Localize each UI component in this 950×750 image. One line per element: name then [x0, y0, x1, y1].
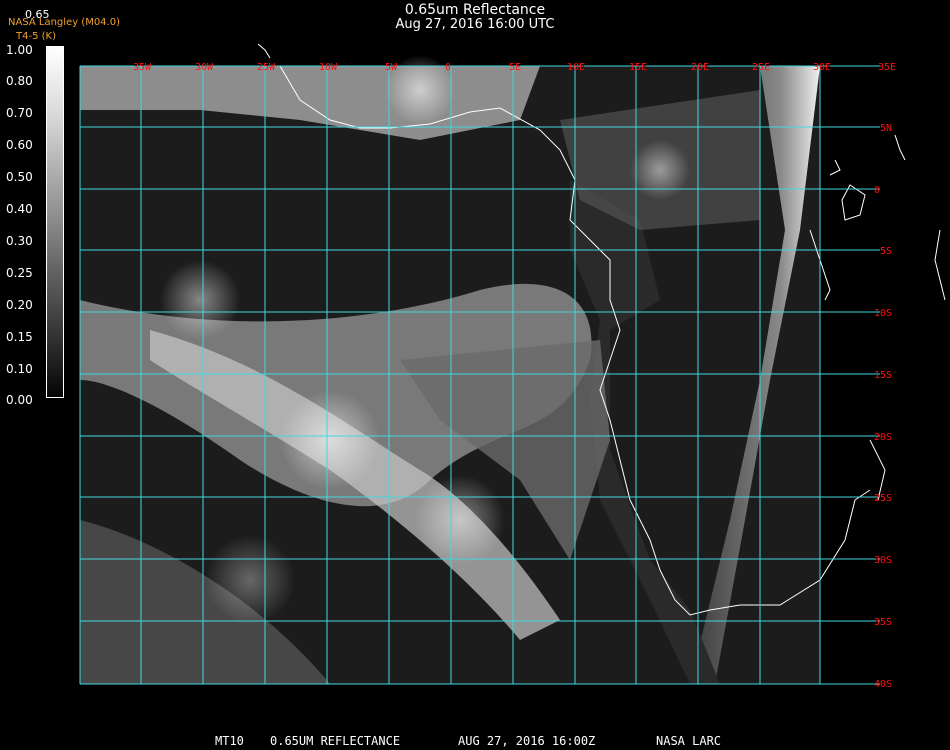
lon-label: 25E	[752, 62, 770, 73]
footer-source: NASA LARC	[656, 734, 722, 748]
colorbar-label: 0.80	[6, 74, 33, 88]
lon-label: 5W	[385, 62, 398, 73]
lat-label: 25S	[874, 493, 892, 504]
image-timestamp: Aug 27, 2016 16:00 UTC	[395, 17, 555, 32]
credit-units: T4-5 (K)	[16, 31, 56, 42]
lat-label: 5S	[880, 246, 892, 257]
credit-line: NASA Langley (M04.0)	[8, 17, 120, 28]
lat-label: 40S	[874, 679, 892, 690]
lon-label: 10E	[567, 62, 585, 73]
lat-label: 0	[874, 185, 880, 196]
colorbar-label: 0.70	[6, 106, 33, 120]
lon-label: 30E	[813, 62, 831, 73]
lat-label: 20S	[874, 432, 892, 443]
lat-label: 15S	[874, 370, 892, 381]
latitude-labels: 5N 0 5S 10S 15S 20S 25S 30S 35S 40S	[874, 123, 892, 690]
colorbar-label: 0.00	[6, 393, 33, 407]
satellite-map: 35W 30W 25W 10W 5W 0 5E 10E 15E 20E 25E …	[79, 43, 946, 690]
colorbar	[46, 46, 64, 398]
colorbar-label: 1.00	[6, 43, 33, 57]
lat-label: 10S	[874, 308, 892, 319]
lat-label: 5N	[880, 123, 892, 134]
lon-label: 0	[445, 62, 451, 73]
lon-label: 5E	[509, 62, 521, 73]
lon-label: 35E	[878, 62, 896, 73]
footer-datetime: AUG 27, 2016 16:00Z	[458, 734, 596, 748]
satellite-imagery	[80, 55, 820, 684]
colorbar-label: 0.60	[6, 138, 33, 152]
colorbar-label: 0.50	[6, 170, 33, 184]
colorbar-label: 0.25	[6, 266, 33, 280]
lon-label: 25W	[257, 62, 276, 73]
image-title: 0.65um Reflectance	[404, 2, 546, 18]
colorbar-label: 0.40	[6, 202, 33, 216]
lon-label: 30W	[195, 62, 214, 73]
colorbar-label: 0.20	[6, 298, 33, 312]
lon-label: 20E	[691, 62, 709, 73]
footer-channel: 0.65UM REFLECTANCE	[270, 734, 401, 748]
colorbar-label: 0.15	[6, 330, 33, 344]
colorbar-label: 0.10	[6, 362, 33, 376]
lat-label: 35S	[874, 617, 892, 628]
footer-product: MT10	[215, 734, 244, 748]
lat-label: 30S	[874, 555, 892, 566]
lon-label: 35W	[133, 62, 152, 73]
colorbar-label: 0.30	[6, 234, 33, 248]
lon-label: 10W	[319, 62, 338, 73]
lon-label: 15E	[629, 62, 647, 73]
